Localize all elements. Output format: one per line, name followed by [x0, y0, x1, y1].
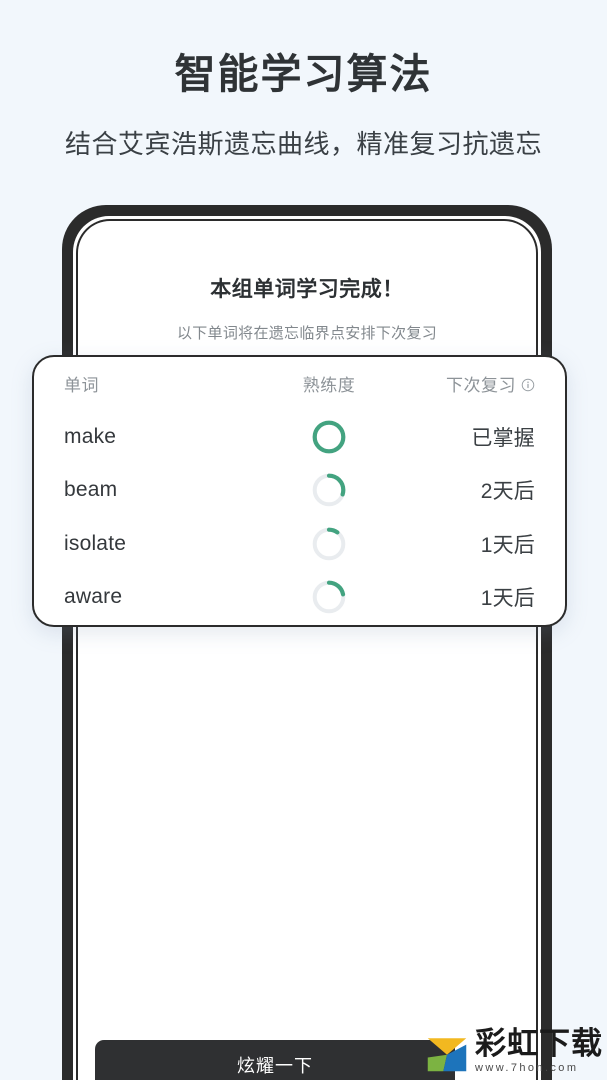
- info-circle-icon[interactable]: [521, 377, 535, 391]
- cell-word: beam: [64, 478, 118, 502]
- table-header-row: 单词 熟练度 下次复习: [64, 357, 535, 410]
- cell-next-review: 1天后: [480, 587, 535, 611]
- watermark: 彩虹下载 www.7hon.com: [425, 1028, 603, 1074]
- table-row[interactable]: beam 2天后: [64, 464, 535, 518]
- page-title: 智能学习算法: [174, 51, 433, 97]
- cell-proficiency-ring: [274, 527, 384, 561]
- phone-mockup: 本组单词学习完成！ 以下单词将在遗忘临界点安排下次复习 reluctant 1天…: [62, 205, 552, 1080]
- cell-word: aware: [64, 585, 123, 609]
- watermark-text: 彩虹下载 www.7hon.com: [475, 1028, 603, 1074]
- column-header-next-review: 下次复习: [384, 371, 535, 396]
- cell-word: isolate: [64, 531, 127, 555]
- cell-next-review: 已掌握: [471, 426, 535, 450]
- completion-title: 本组单词学习完成！: [210, 278, 404, 301]
- completion-description: 以下单词将在遗忘临界点安排下次复习: [176, 325, 438, 342]
- cell-next-review: 2天后: [480, 480, 535, 504]
- card-row-container: make 已掌握 beam 2天后 isolate 1天后 aware 1天后: [64, 410, 535, 624]
- watermark-name: 彩虹下载: [475, 1026, 603, 1062]
- column-header-next-review-label: 下次复习: [446, 376, 516, 395]
- share-button[interactable]: 炫耀一下: [95, 1040, 455, 1080]
- cell-proficiency-ring: [274, 420, 384, 454]
- cell-next-review: 1天后: [480, 533, 535, 557]
- column-header-proficiency: 熟练度: [302, 376, 356, 395]
- cell-word: make: [64, 424, 117, 448]
- rainbow-download-logo-icon: [425, 1030, 469, 1074]
- page-root: 智能学习算法 结合艾宾浩斯遗忘曲线，精准复习抗遗忘 本组单词学习完成！ 以下单词…: [0, 0, 607, 1080]
- table-row[interactable]: make 已掌握: [64, 410, 535, 464]
- phone-screen: 本组单词学习完成！ 以下单词将在遗忘临界点安排下次复习 reluctant 1天…: [76, 219, 538, 1080]
- cell-proficiency-ring: [274, 580, 384, 614]
- page-subtitle: 结合艾宾浩斯遗忘曲线，精准复习抗遗忘: [64, 129, 542, 159]
- cell-proficiency-ring: [274, 473, 384, 507]
- screen-header: 本组单词学习完成！ 以下单词将在遗忘临界点安排下次复习: [78, 221, 536, 343]
- table-row[interactable]: aware 1天后: [64, 571, 535, 625]
- word-summary-card: 单词 熟练度 下次复习 make 已掌握 beam 2天后 isolate 1天…: [32, 355, 567, 627]
- column-header-word: 单词: [64, 376, 99, 395]
- watermark-url: www.7hon.com: [475, 1062, 579, 1074]
- table-row[interactable]: isolate 1天后: [64, 517, 535, 571]
- phone-bezel-gap: 本组单词学习完成！ 以下单词将在遗忘临界点安排下次复习 reluctant 1天…: [73, 216, 541, 1080]
